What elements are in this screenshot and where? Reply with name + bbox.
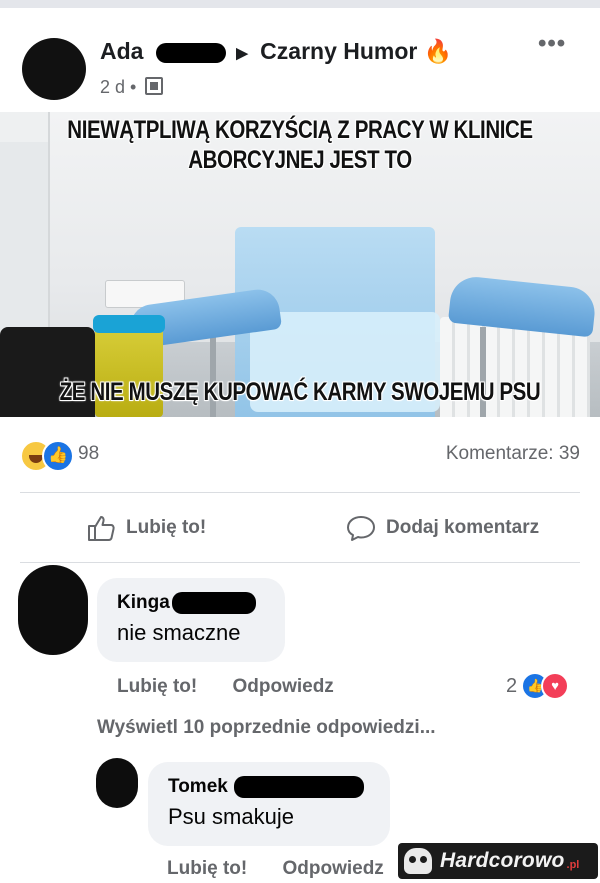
- comment-author[interactable]: Kinga: [117, 592, 285, 614]
- author-name[interactable]: Ada: [100, 38, 143, 64]
- thumbs-up-icon: [88, 516, 115, 541]
- separator-dot: •: [130, 77, 137, 97]
- arrow-right-icon: ▶: [236, 44, 248, 62]
- meme-caption-top-line2: ABORCYJNEJ JEST TO: [188, 146, 412, 174]
- redacted-surname: [171, 592, 256, 614]
- comment-text: nie smaczne: [117, 620, 241, 646]
- comment-reply-link[interactable]: Odpowiedz: [232, 676, 333, 697]
- reply-author-name: Tomek: [168, 776, 228, 798]
- reply-author-avatar[interactable]: [96, 758, 138, 808]
- comment-reaction-count: 2: [506, 674, 518, 697]
- comment-actions: Lubię to! Odpowiedz: [117, 676, 364, 698]
- post-time[interactable]: 2 d: [100, 77, 125, 97]
- commenter-avatar[interactable]: [18, 565, 88, 655]
- watermark-suffix: .pl: [566, 859, 580, 871]
- author-avatar[interactable]: [22, 38, 86, 100]
- comment-button[interactable]: Dodaj komentarz: [346, 514, 539, 542]
- comment-button-label: Dodaj komentarz: [386, 517, 540, 538]
- watermark-logo: Hardcorowo .pl: [398, 843, 598, 879]
- author-line: Ada ▶ Czarny Humor 🔥: [100, 38, 452, 65]
- post-meta: 2 d •: [100, 77, 164, 98]
- post-header: Ada ▶ Czarny Humor 🔥 2 d • •••: [0, 8, 600, 112]
- post-actions: Lubię to! Dodaj komentarz: [0, 492, 600, 562]
- photo-door: [0, 142, 48, 332]
- redacted-surname: [233, 776, 364, 798]
- fire-icon: 🔥: [423, 38, 453, 64]
- top-band: [0, 0, 600, 8]
- comments-count-link[interactable]: Komentarze: 39: [446, 443, 580, 465]
- reply-like-link[interactable]: Lubię to!: [167, 858, 247, 879]
- comment-reactions[interactable]: 2 👍 ♥: [506, 672, 570, 700]
- photo-bin-lid: [93, 315, 165, 333]
- reply-text: Psu smakuje: [168, 804, 294, 830]
- comment-author-name: Kinga: [117, 592, 170, 614]
- watermark-text: Hardcorowo: [440, 849, 565, 872]
- comment-like-link[interactable]: Lubię to!: [117, 676, 197, 697]
- redacted-surname: [155, 42, 226, 63]
- meme-caption-top: NIEWĄTPLIWĄ KORZYŚCIĄ Z PRACY W KLINICE …: [54, 115, 546, 175]
- comment-bubble: Kinga nie smaczne: [97, 578, 285, 662]
- reaction-count: 98: [78, 443, 100, 464]
- reply-author[interactable]: Tomek: [168, 776, 390, 798]
- more-options-button[interactable]: •••: [538, 30, 566, 58]
- reply-reply-link[interactable]: Odpowiedz: [282, 858, 383, 879]
- like-reaction-icon: 👍: [42, 440, 74, 472]
- group-privacy-icon: [145, 77, 164, 95]
- like-button[interactable]: Lubię to!: [86, 514, 206, 542]
- reply-actions: Lubię to! Odpowiedz: [167, 858, 414, 880]
- reply-bubble: Tomek Psu smakuje: [148, 762, 390, 846]
- divider-bottom: [20, 562, 580, 563]
- post-image[interactable]: NIEWĄTPLIWĄ KORZYŚCIĄ Z PRACY W KLINICE …: [0, 112, 600, 417]
- love-reaction-icon: ♥: [541, 672, 570, 700]
- meme-caption-top-line1: NIEWĄTPLIWĄ KORZYŚCIĄ Z PRACY W KLINICE: [67, 116, 533, 144]
- skull-icon: [404, 848, 432, 874]
- view-previous-replies-link[interactable]: Wyświetl 10 poprzednie odpowiedzi...: [97, 717, 436, 739]
- group-name[interactable]: Czarny Humor: [260, 38, 417, 64]
- like-button-label: Lubię to!: [126, 517, 207, 538]
- comment-bubble-icon: [347, 516, 375, 541]
- meme-caption-bottom: ŻE NIE MUSZĘ KUPOWAĆ KARMY SWOJEMU PSU: [59, 378, 541, 406]
